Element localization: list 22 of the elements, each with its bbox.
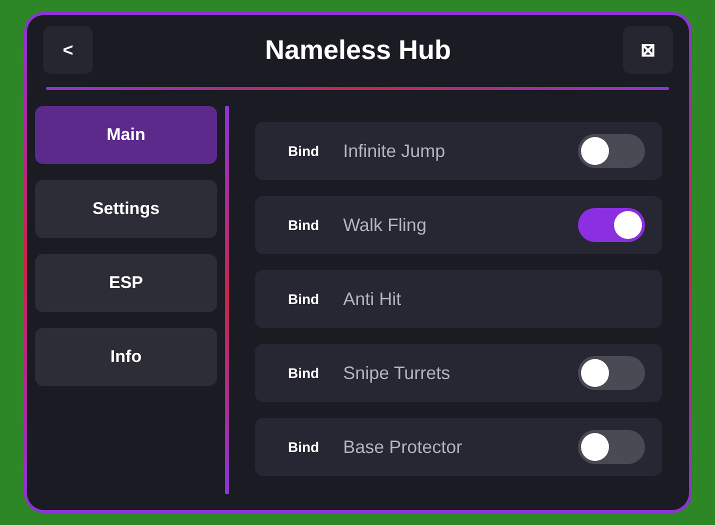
bind-button[interactable]: Bind [288,140,320,162]
feature-label: Snipe Turrets [343,362,452,385]
sidebar-tab[interactable]: Settings [35,180,217,238]
sidebar-tab[interactable]: Main [35,106,217,164]
feature-button[interactable]: Bind Anti Hit [255,270,662,328]
feature-label: Base Protector [343,436,464,458]
bind-button[interactable]: Bind [288,362,320,384]
close-button[interactable]: ⊠ [622,26,673,74]
toggle-switch[interactable] [578,134,645,168]
toggle-switch[interactable] [578,208,645,242]
window-title: Nameless Hub [264,34,452,67]
bind-button[interactable]: Bind [288,288,320,310]
toggle-switch[interactable] [578,356,645,390]
sidebar-tab[interactable]: Info [35,328,217,386]
feature-label: Walk Fling [343,214,428,237]
bind-button[interactable]: Bind [288,214,320,236]
back-button[interactable]: < [43,26,93,74]
feature-label: Anti Hit [343,288,402,310]
toggle-switch[interactable] [578,430,645,464]
bind-button[interactable]: Bind [288,436,320,458]
sidebar-tab[interactable]: ESP [35,254,217,312]
feature-label: Infinite Jump [343,140,446,163]
